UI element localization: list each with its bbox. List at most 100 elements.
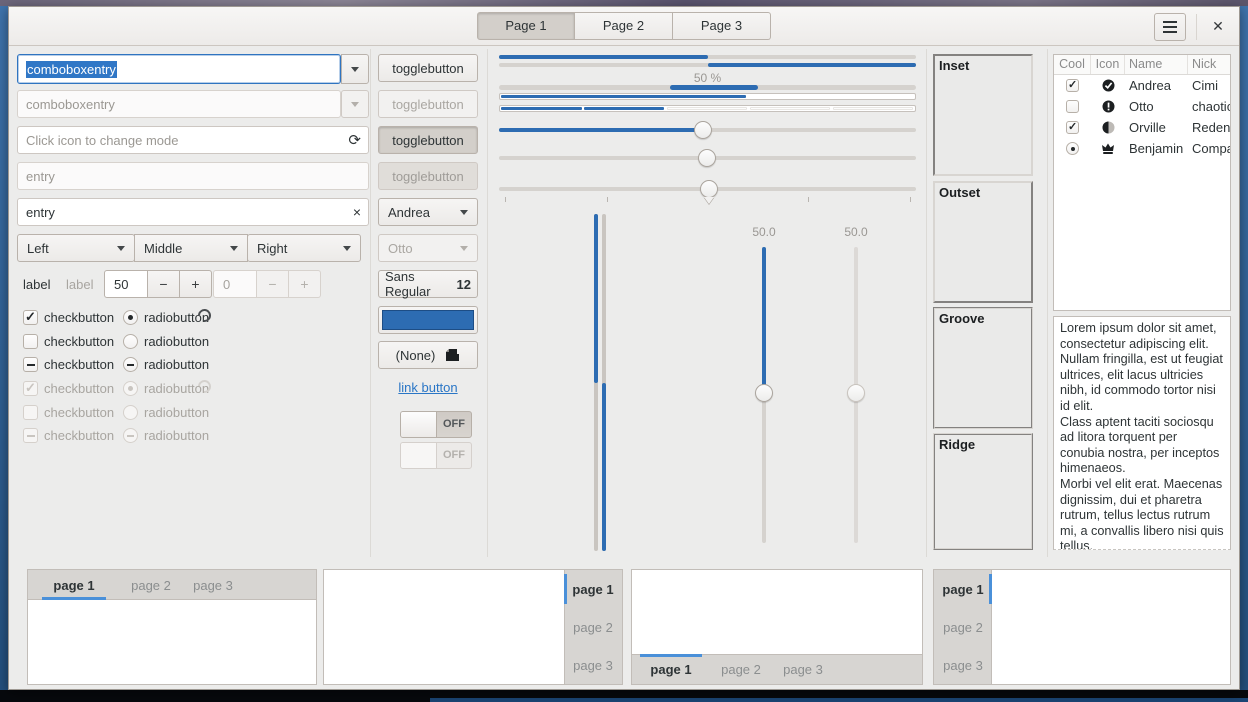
combobox-right[interactable]: Right <box>247 234 361 262</box>
togglebutton-active-disabled: togglebutton <box>378 162 478 190</box>
checkbox-icon[interactable] <box>1066 100 1079 113</box>
switch-knob[interactable] <box>401 412 437 437</box>
titlebar-separator <box>1196 14 1197 40</box>
radiobutton-unselected[interactable]: radiobutton <box>123 332 209 350</box>
checkbutton-unchecked-disabled: checkbutton <box>23 403 114 421</box>
spinbutton[interactable]: 50 − + <box>104 270 212 298</box>
vscale-handle[interactable] <box>755 384 773 402</box>
tab-page3[interactable]: page 3 <box>564 646 622 684</box>
tab-page1[interactable]: page 1 <box>934 570 992 608</box>
active-tab-indicator <box>989 574 992 604</box>
label: label <box>23 277 50 292</box>
radio-icon <box>123 381 138 396</box>
tab-page3[interactable]: page 3 <box>934 646 992 684</box>
hscale-with-marks[interactable] <box>499 180 916 208</box>
tab-page1[interactable]: page 1 <box>28 570 120 600</box>
column-header-name[interactable]: Name <box>1125 55 1188 74</box>
checkbutton-unchecked[interactable]: checkbutton <box>23 332 114 350</box>
hscale-pin-handle[interactable] <box>700 180 718 198</box>
checkbox-icon[interactable] <box>1066 79 1079 92</box>
tab-page2[interactable]: page 2 <box>120 570 182 600</box>
textview[interactable]: Lorem ipsum dolor sit amet, consectetur … <box>1053 316 1231 550</box>
checkbox-icon[interactable] <box>23 334 38 349</box>
widget-factory-window: Page 1 Page 2 Page 3 comboboxentry combo… <box>8 6 1240 690</box>
checkbox-icon[interactable] <box>1066 121 1079 134</box>
color-swatch <box>382 310 474 330</box>
header-tab-page1[interactable]: Page 1 <box>477 12 575 40</box>
chevron-down-icon <box>460 210 468 215</box>
hscale-handle[interactable] <box>698 149 716 167</box>
mode-entry-input[interactable] <box>17 126 369 154</box>
togglebutton-active[interactable]: togglebutton <box>378 126 478 154</box>
chevron-down-icon <box>351 102 359 107</box>
menu-button[interactable] <box>1154 13 1186 41</box>
crown-icon <box>1101 142 1115 155</box>
link-button[interactable]: link button <box>398 380 457 395</box>
radio-icon[interactable] <box>123 334 138 349</box>
tab-page3[interactable]: page 3 <box>182 570 244 600</box>
vscale-disabled <box>847 247 865 543</box>
table-row[interactable]: Orville Reden… <box>1054 117 1230 138</box>
table-row[interactable]: Benjamin Compa… <box>1054 138 1230 159</box>
checkbox-icon[interactable] <box>23 357 38 372</box>
radio-icon[interactable] <box>1066 142 1079 155</box>
checkbutton-indeterminate[interactable]: checkbutton <box>23 355 114 373</box>
spinbutton-disabled: 0 − + <box>213 270 321 298</box>
hscale[interactable] <box>499 121 916 139</box>
radio-icon[interactable] <box>123 357 138 372</box>
font-button[interactable]: Sans Regular12 <box>378 270 478 298</box>
treeview[interactable]: Cool Icon Name Nick Andrea Cimi Otto cha… <box>1053 54 1231 311</box>
entry-input[interactable] <box>17 198 369 226</box>
spin-plus-button[interactable]: + <box>180 270 212 298</box>
checkbutton-indeterminate-disabled: checkbutton <box>23 426 114 444</box>
radio-icon[interactable] <box>123 310 138 325</box>
color-button[interactable] <box>378 306 478 334</box>
vscale-value-label: 50.0 <box>734 225 794 239</box>
column-header-nick[interactable]: Nick <box>1188 55 1230 74</box>
column-header-icon[interactable]: Icon <box>1091 55 1125 74</box>
radiobutton-indeterminate[interactable]: radiobutton <box>123 355 209 373</box>
column-separator <box>370 49 371 557</box>
hscale-pin-tail <box>704 197 714 204</box>
comboboxentry-dropdown-button[interactable] <box>341 54 369 84</box>
tab-page2[interactable]: page 2 <box>934 608 992 646</box>
checkbutton-checked[interactable]: checkbutton <box>23 308 114 326</box>
table-row[interactable]: Otto chaotic <box>1054 96 1230 117</box>
half-circle-icon <box>1102 121 1115 134</box>
clear-icon[interactable]: × <box>353 204 361 220</box>
app-chooser-button[interactable]: (None) <box>378 341 478 369</box>
chevron-down-icon <box>343 246 351 251</box>
table-row[interactable]: Andrea Cimi <box>1054 75 1230 96</box>
vscale[interactable] <box>755 247 773 543</box>
column-header-cool[interactable]: Cool <box>1054 55 1091 74</box>
frame-ridge: Ridge <box>933 433 1033 550</box>
tab-page3[interactable]: page 3 <box>772 654 834 684</box>
combobox-left[interactable]: Left <box>17 234 135 262</box>
comboboxentry-disabled-dropdown-button <box>341 90 369 118</box>
vertical-progressbar-down <box>594 214 598 551</box>
comboboxentry-input[interactable]: comboboxentry <box>17 54 341 84</box>
close-button[interactable] <box>1207 16 1229 38</box>
switch-off[interactable]: OFF <box>400 411 472 438</box>
vscale-handle <box>847 384 865 402</box>
radio-icon <box>123 405 138 420</box>
combobox-middle[interactable]: Middle <box>134 234 248 262</box>
checkbox-icon <box>23 381 38 396</box>
header-tab-page2[interactable]: Page 2 <box>575 12 673 40</box>
togglebutton[interactable]: togglebutton <box>378 54 478 82</box>
checkbox-icon[interactable] <box>23 310 38 325</box>
header-tab-page3[interactable]: Page 3 <box>673 12 771 40</box>
spin-minus-button[interactable]: − <box>148 270 180 298</box>
hscale-handle[interactable] <box>694 121 712 139</box>
tab-page2[interactable]: page 2 <box>710 654 772 684</box>
treeview-header[interactable]: Cool Icon Name Nick <box>1054 55 1230 75</box>
tab-page1[interactable]: page 1 <box>564 570 622 608</box>
spinbutton-value[interactable]: 50 <box>104 270 148 298</box>
refresh-icon[interactable]: ⟳ <box>348 131 361 149</box>
combobox-andrea[interactable]: Andrea <box>378 198 478 226</box>
tab-page1[interactable]: page 1 <box>632 654 710 684</box>
tab-page2[interactable]: page 2 <box>564 608 622 646</box>
paragraph: Lorem ipsum dolor sit amet, consectetur … <box>1060 321 1224 415</box>
radiobutton-selected[interactable]: radiobutton <box>123 308 209 326</box>
hscale-no-fill[interactable] <box>499 149 916 167</box>
